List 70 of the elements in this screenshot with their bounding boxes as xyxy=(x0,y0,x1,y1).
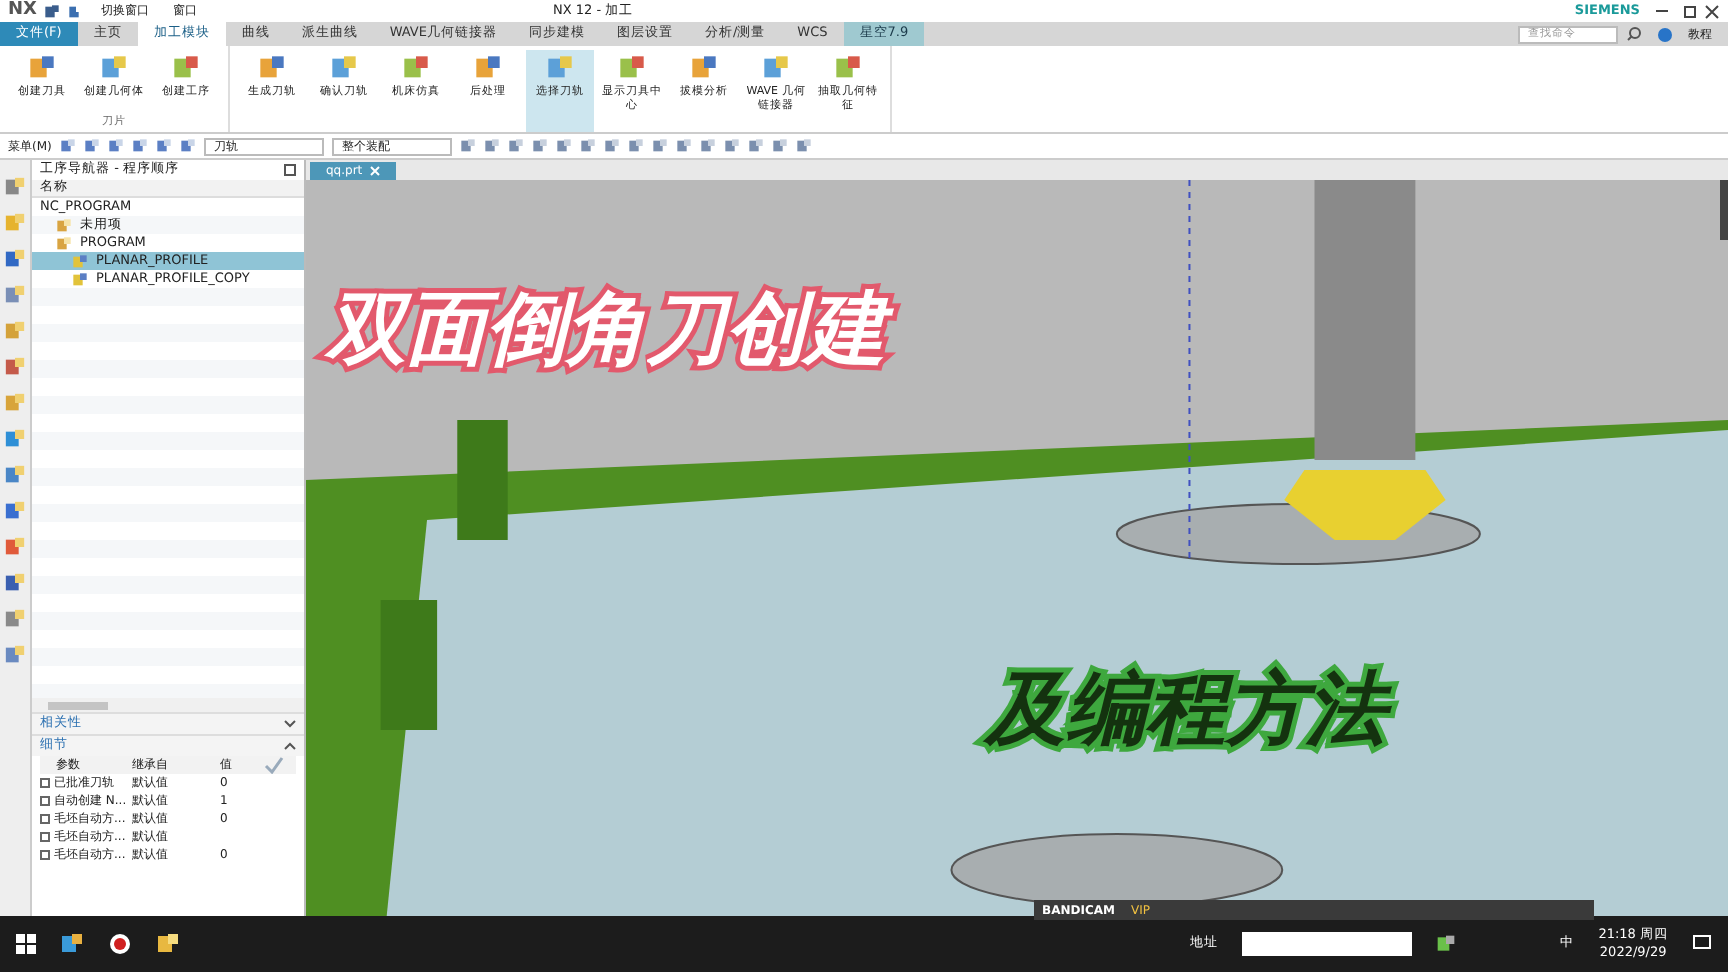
selection-icon[interactable] xyxy=(107,138,124,154)
restore-icon[interactable] xyxy=(1684,5,1696,17)
folder-icon[interactable] xyxy=(156,932,180,956)
checkbox-icon[interactable] xyxy=(40,778,50,788)
navigator-icon[interactable] xyxy=(4,284,26,306)
snap-icon[interactable] xyxy=(507,138,524,154)
tool-icon[interactable] xyxy=(834,54,862,82)
app-icon[interactable] xyxy=(60,932,84,956)
snap-icon[interactable] xyxy=(627,138,644,154)
app-logo: NX xyxy=(8,0,37,24)
checkbox-icon[interactable] xyxy=(40,814,50,824)
tool-icon[interactable] xyxy=(402,54,430,82)
selection-icon[interactable] xyxy=(59,138,76,154)
tool-icon[interactable] xyxy=(100,54,128,82)
snap-icon[interactable] xyxy=(603,138,620,154)
record-icon[interactable] xyxy=(108,932,132,956)
snap-icon[interactable] xyxy=(699,138,716,154)
checkbox-icon[interactable] xyxy=(40,832,50,842)
navigator-icon[interactable] xyxy=(4,500,26,522)
selection-icon[interactable] xyxy=(131,138,148,154)
operation-icon[interactable] xyxy=(72,253,88,269)
tool-icon[interactable] xyxy=(762,54,790,82)
search-icon[interactable] xyxy=(1626,26,1642,42)
check-icon[interactable] xyxy=(264,756,284,774)
tool-icon[interactable] xyxy=(546,54,574,82)
snap-icon[interactable] xyxy=(531,138,548,154)
checkbox-icon[interactable] xyxy=(40,796,50,806)
tray-icon[interactable] xyxy=(1436,934,1457,954)
tool-icon[interactable] xyxy=(474,54,502,82)
notification-icon[interactable] xyxy=(1692,934,1712,954)
snap-icon[interactable] xyxy=(459,138,476,154)
maximize-icon[interactable] xyxy=(284,164,296,176)
snap-icon[interactable] xyxy=(579,138,596,154)
close-icon[interactable] xyxy=(1704,3,1720,19)
address-field[interactable] xyxy=(1242,932,1413,956)
navigator-icon[interactable] xyxy=(4,176,26,198)
tool-icon[interactable] xyxy=(618,54,646,82)
navigator-icon[interactable] xyxy=(4,644,26,666)
navigator-icon[interactable] xyxy=(4,356,26,378)
snap-icon[interactable] xyxy=(723,138,740,154)
chevron-icon[interactable] xyxy=(284,742,296,750)
navigator-icon[interactable] xyxy=(4,248,26,270)
start-icon[interactable] xyxy=(16,934,36,954)
tool-icon[interactable] xyxy=(28,54,56,82)
tool-icon[interactable] xyxy=(172,54,200,82)
navigator-icon[interactable] xyxy=(4,536,26,558)
snap-icon[interactable] xyxy=(483,138,500,154)
snap-icon[interactable] xyxy=(771,138,788,154)
checkbox-icon[interactable] xyxy=(40,850,50,860)
overlay-title: 双面倒角刀创建 xyxy=(326,270,1386,390)
snap-icon[interactable] xyxy=(651,138,668,154)
tool-icon[interactable] xyxy=(330,54,358,82)
selection-icon[interactable] xyxy=(155,138,172,154)
vertical-scrollbar[interactable] xyxy=(1720,180,1728,240)
snap-icon[interactable] xyxy=(675,138,692,154)
snap-icon[interactable] xyxy=(795,138,812,154)
chevron-icon[interactable] xyxy=(284,720,296,728)
navigator-icon[interactable] xyxy=(4,464,26,486)
snap-icon[interactable] xyxy=(747,138,764,154)
help-icon[interactable] xyxy=(1658,27,1672,41)
horizontal-scrollbar[interactable] xyxy=(32,698,304,712)
tool-icon[interactable] xyxy=(258,54,286,82)
operation-icon[interactable] xyxy=(72,271,88,287)
navigator-icon[interactable] xyxy=(4,428,26,450)
navigator-icon[interactable] xyxy=(4,572,26,594)
tool-icon[interactable] xyxy=(690,54,718,82)
selection-icon[interactable] xyxy=(83,138,100,154)
snap-icon[interactable] xyxy=(555,138,572,154)
navigator-icon[interactable] xyxy=(4,608,26,630)
selection-icon[interactable] xyxy=(179,138,196,154)
